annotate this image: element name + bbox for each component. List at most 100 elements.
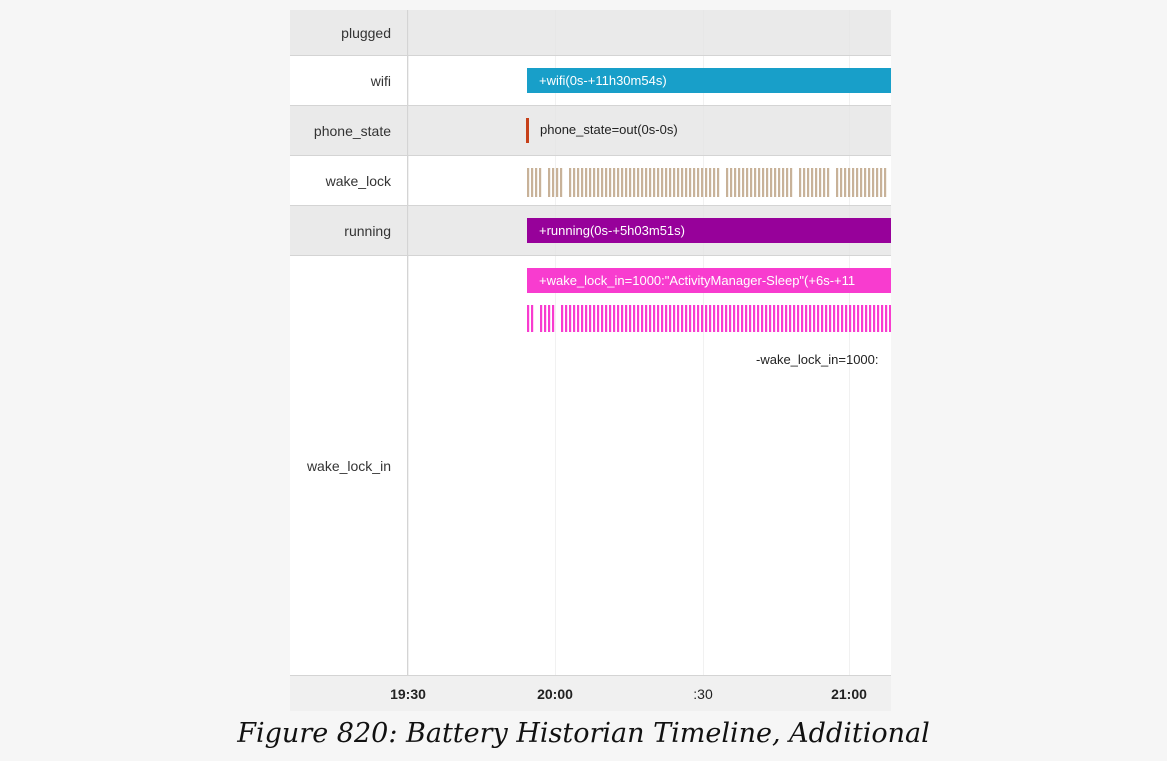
event-tick <box>803 168 806 197</box>
event-tick <box>807 168 810 197</box>
event-tick <box>726 168 729 197</box>
event-tick <box>601 305 604 332</box>
event-tick <box>581 305 584 332</box>
event-tick <box>762 168 765 197</box>
event-tick <box>669 305 672 332</box>
event-tick <box>849 305 852 332</box>
event-tick <box>653 168 656 197</box>
event-tick <box>701 305 704 332</box>
event-tick <box>641 168 644 197</box>
event-tick <box>593 305 596 332</box>
event-tick <box>673 168 676 197</box>
event-tick <box>685 168 688 197</box>
event-tick <box>765 305 768 332</box>
event-tick <box>781 305 784 332</box>
time-axis: 19:30 20:00 :30 21:00 <box>290 675 891 711</box>
event-tick <box>613 168 616 197</box>
event-tick <box>786 168 789 197</box>
event-tick <box>713 168 716 197</box>
event-tick <box>872 168 875 197</box>
wake-lock-in-bar[interactable]: +wake_lock_in=1000:"ActivityManager-Slee… <box>527 268 891 293</box>
event-tick <box>815 168 818 197</box>
event-tick <box>540 305 543 332</box>
event-tick <box>811 168 814 197</box>
event-tick <box>605 305 608 332</box>
event-tick <box>746 168 749 197</box>
event-tick <box>777 305 780 332</box>
event-tick <box>657 168 660 197</box>
row-label: running <box>290 206 408 255</box>
event-tick <box>793 305 796 332</box>
event-tick <box>535 168 538 197</box>
event-tick <box>805 305 808 332</box>
event-tick <box>633 305 636 332</box>
row-label: wifi <box>290 56 408 105</box>
event-tick <box>677 168 680 197</box>
event-tick <box>605 168 608 197</box>
row-label: wake_lock_in <box>290 256 408 675</box>
event-tick <box>709 168 712 197</box>
event-tick <box>865 305 868 332</box>
row-label: phone_state <box>290 106 408 155</box>
event-tick <box>681 168 684 197</box>
event-tick <box>778 168 781 197</box>
timeline-row-phone-state: phone_state phone_state=out(0s-0s) <box>290 106 891 156</box>
event-tick <box>709 305 712 332</box>
event-tick <box>857 305 860 332</box>
row-label: plugged <box>290 10 408 55</box>
axis-tick-label: 19:30 <box>390 686 426 702</box>
event-tick <box>836 168 839 197</box>
event-tick <box>645 168 648 197</box>
wake-lock-in-event-strip[interactable] <box>527 305 891 332</box>
event-tick <box>864 168 867 197</box>
event-tick <box>669 168 672 197</box>
event-tick <box>681 305 684 332</box>
event-tick <box>713 305 716 332</box>
event-tick <box>629 305 632 332</box>
event-tick <box>801 305 804 332</box>
event-tick <box>733 305 736 332</box>
event-tick <box>633 168 636 197</box>
figure-caption: Figure 820: Battery Historian Timeline, … <box>237 718 930 749</box>
wifi-bar[interactable]: +wifi(0s-+11h30m54s) <box>527 68 891 93</box>
event-tick <box>852 168 855 197</box>
event-tick <box>577 168 580 197</box>
event-tick <box>853 305 856 332</box>
event-tick <box>799 168 802 197</box>
event-tick <box>689 305 692 332</box>
wake-lock-event-strip[interactable] <box>527 168 891 197</box>
event-tick <box>577 305 580 332</box>
event-tick <box>617 168 620 197</box>
event-tick <box>548 305 551 332</box>
event-tick <box>761 305 764 332</box>
event-tick <box>581 168 584 197</box>
event-tick <box>697 168 700 197</box>
event-tick <box>782 168 785 197</box>
event-tick <box>649 305 652 332</box>
event-tick <box>742 168 745 197</box>
event-tick <box>548 168 551 197</box>
event-tick <box>637 168 640 197</box>
event-tick <box>813 305 816 332</box>
event-tick <box>797 305 800 332</box>
event-tick <box>725 305 728 332</box>
event-tick <box>840 168 843 197</box>
event-tick <box>645 305 648 332</box>
event-tick <box>573 305 576 332</box>
event-tick <box>825 305 828 332</box>
event-tick <box>749 305 752 332</box>
event-tick <box>661 305 664 332</box>
phone-state-marker[interactable] <box>526 118 529 143</box>
running-bar[interactable]: +running(0s-+5h03m51s) <box>527 218 891 243</box>
event-tick <box>657 305 660 332</box>
event-tick <box>665 305 668 332</box>
event-tick <box>641 305 644 332</box>
event-tick <box>753 305 756 332</box>
event-tick <box>539 168 542 197</box>
event-tick <box>817 305 820 332</box>
event-tick <box>621 305 624 332</box>
event-tick <box>585 168 588 197</box>
event-tick <box>601 168 604 197</box>
event-tick <box>884 168 887 197</box>
event-tick <box>880 168 883 197</box>
